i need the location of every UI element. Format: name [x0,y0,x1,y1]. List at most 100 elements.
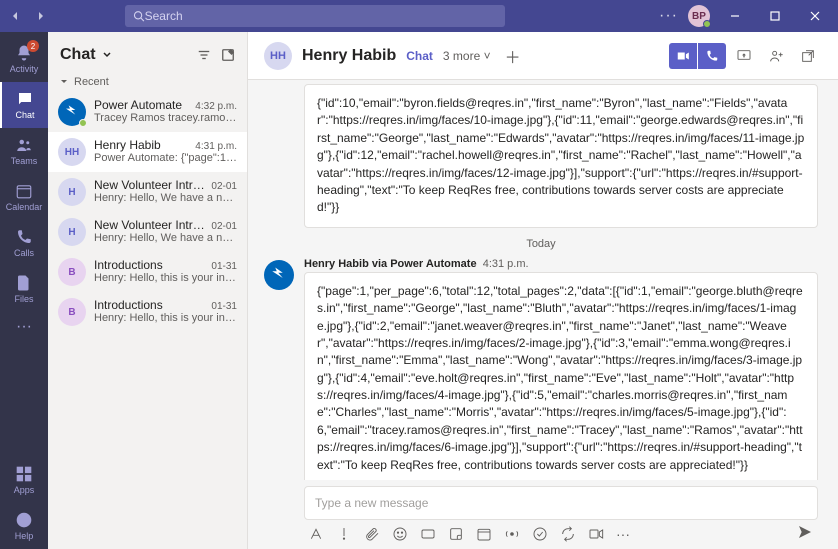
search-box[interactable] [125,5,505,27]
rail-label: Chat [15,110,34,120]
loop-icon[interactable] [560,526,576,542]
sender-avatar [264,260,294,290]
rail-help[interactable]: Help [0,503,48,549]
back-arrow[interactable] [8,8,24,24]
titlebar: ··· BP [0,0,838,32]
presence-indicator [79,119,87,127]
rail-chat[interactable]: Chat [0,82,48,128]
rail-calendar[interactable]: Calendar [0,174,48,220]
minimize-button[interactable] [720,11,750,21]
conversation-title: Henry Habib [302,47,396,65]
chat-name: New Volunteer Introduct… [94,218,207,232]
rail-files[interactable]: Files [0,266,48,312]
rail-activity[interactable]: Activity 2 [0,36,48,82]
conversation-avatar: HH [264,42,292,70]
chat-section-recent[interactable]: Recent [48,72,247,92]
rail-label: Activity [10,64,39,74]
chevron-down-icon: ˅ [484,49,491,63]
chat-time: 01-31 [211,301,237,312]
more-menu[interactable]: ··· [659,7,678,25]
add-people-icon[interactable] [762,43,790,69]
date-divider: Today [264,238,818,250]
message-sender: Henry Habib via Power Automate 4:31 p.m. [304,258,818,270]
activity-badge: 2 [27,40,39,52]
add-tab-button[interactable]: ＋ [501,44,525,68]
send-button[interactable] [796,524,814,543]
close-button[interactable] [800,11,830,21]
chat-name: Introductions [94,258,163,272]
caret-down-icon [60,78,68,86]
screen-share-icon[interactable] [730,43,758,69]
chat-row[interactable]: Power Automate 4:32 p.m. Tracey Ramos tra… [48,92,247,132]
stream-icon[interactable] [504,526,520,542]
attach-icon[interactable] [364,526,380,542]
rail-label: Calendar [6,202,43,212]
priority-icon[interactable] [336,526,352,542]
presence-indicator [703,20,711,28]
chat-time: 02-01 [211,181,237,192]
chat-avatar: B [58,298,86,326]
compose-input[interactable] [315,496,807,510]
filter-icon[interactable] [197,48,211,62]
user-avatar[interactable]: BP [688,5,710,27]
chat-list-title: Chat [60,46,96,64]
chat-name: Power Automate [94,98,182,112]
chat-row[interactable]: B Introductions01-31 Henry: Hello, this … [48,292,247,332]
conversation-header: HH Henry Habib Chat 3 more ˅ ＋ [248,32,838,80]
chat-preview: Tracey Ramos tracey.ramos@… [94,112,237,124]
schedule-icon[interactable] [476,526,492,542]
approve-icon[interactable] [532,526,548,542]
chat-row[interactable]: H New Volunteer Introduct…02-01 Henry: H… [48,212,247,252]
tab-chat[interactable]: Chat [406,49,433,63]
search-input[interactable] [145,9,497,23]
sticker-icon[interactable] [448,526,464,542]
gif-icon[interactable] [420,526,436,542]
chat-preview: Power Automate: {"page":1,"pe… [94,152,237,164]
popout-icon[interactable] [794,43,822,69]
video-clip-icon[interactable] [588,526,604,542]
chat-row[interactable]: B Introductions01-31 Henry: Hello, this … [48,252,247,292]
chat-time: 4:32 p.m. [195,101,237,112]
rail-label: Files [14,294,33,304]
rail-label: Apps [14,485,35,495]
app-rail: Activity 2 Chat Teams Calendar Calls Fil… [0,32,48,549]
chevron-down-icon[interactable] [102,50,112,60]
maximize-button[interactable] [760,11,790,21]
tab-more[interactable]: 3 more ˅ [443,49,491,63]
chat-name: Henry Habib [94,138,161,152]
chat-preview: Henry: Hello, this is your introdu… [94,272,237,284]
rail-label: Teams [11,156,38,166]
video-call-button[interactable] [669,43,697,69]
chat-list-pane: Chat Recent Power Automate 4:32 p.m. Trac… [48,32,248,549]
chat-name: New Volunteer Introduct… [94,178,207,192]
chat-row[interactable]: HH Henry Habib 4:31 p.m. Power Automate: … [48,132,247,172]
search-icon [133,10,145,22]
rail-label: Calls [14,248,34,258]
chat-name: Introductions [94,298,163,312]
format-icon[interactable] [308,526,324,542]
emoji-icon[interactable] [392,526,408,542]
rail-more[interactable]: ··· [0,312,48,342]
compose-area: ··· [248,480,838,549]
new-chat-icon[interactable] [221,48,235,62]
rail-label: Help [15,531,34,541]
chat-time: 4:31 p.m. [195,141,237,152]
rail-teams[interactable]: Teams [0,128,48,174]
message-card: {"page":1,"per_page":6,"total":12,"total… [304,272,818,480]
chat-preview: Henry: Hello, We have a new vol… [94,192,237,204]
chat-avatar: HH [58,138,86,166]
chat-preview: Henry: Hello, We have a new vol… [94,232,237,244]
compose-box[interactable] [304,486,818,520]
chat-time: 01-31 [211,261,237,272]
message-list[interactable]: {"id":10,"email":"byron.fields@reqres.in… [248,80,838,480]
section-label: Recent [74,76,109,88]
chat-row[interactable]: H New Volunteer Introduct…02-01 Henry: H… [48,172,247,212]
rail-apps[interactable]: Apps [0,457,48,503]
compose-more-icon[interactable]: ··· [616,526,630,542]
audio-call-button[interactable] [698,43,726,69]
chat-avatar [58,98,86,126]
forward-arrow[interactable] [32,8,48,24]
conversation-pane: HH Henry Habib Chat 3 more ˅ ＋ {"id":10,… [248,32,838,549]
chat-avatar: H [58,218,86,246]
rail-calls[interactable]: Calls [0,220,48,266]
